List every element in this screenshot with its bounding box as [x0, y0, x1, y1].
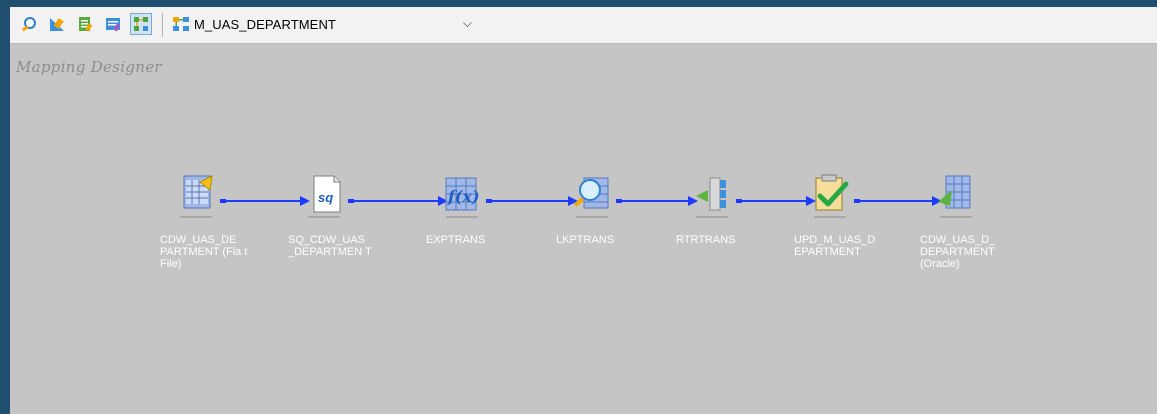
mapping-selector-dropdown[interactable]: M_UAS_DEPARTMENT ⌵ [172, 13, 478, 35]
lookup-icon [573, 177, 609, 218]
svg-text:sq: sq [318, 190, 333, 205]
mapping-icon [173, 17, 189, 31]
chevron-down-icon[interactable]: ⌵ [463, 16, 472, 31]
node-label: CDW_UAS_D_ DEPARTMENT (Oracle) [920, 234, 996, 270]
left-panel-frame [0, 6, 10, 414]
router-icon [696, 177, 728, 218]
target-designer-icon[interactable] [74, 13, 96, 35]
mapping-canvas[interactable]: Mapping Designer CDW_UAS_DE PARTMENT (Fl… [10, 44, 1157, 414]
svg-text:f(x): f(x) [447, 187, 480, 206]
window-top-frame [0, 0, 1157, 6]
transformation-icon[interactable] [18, 13, 40, 35]
toolbar-separator [162, 13, 163, 37]
expression-icon: f(x) [445, 177, 480, 218]
oracle-target-icon [938, 175, 972, 218]
mapping-designer-icon[interactable] [130, 13, 152, 35]
node-label: LKPTRANS [556, 234, 615, 246]
node-label: CDW_UAS_DE PARTMENT (Fla t File) [160, 234, 248, 270]
node-label: RTRTRANS [676, 234, 736, 246]
flat-file-source-icon [180, 175, 213, 218]
designer-toolbar: M_UAS_DEPARTMENT ⌵ [10, 7, 1157, 44]
source-qualifier-icon: sq [308, 175, 341, 218]
source-analyzer-icon[interactable] [46, 13, 68, 35]
node-label: UPD_M_UAS_D EPARTMENT [794, 234, 876, 258]
mapping-name: M_UAS_DEPARTMENT [194, 16, 336, 32]
update-strategy-icon [814, 174, 849, 218]
node-label: SQ_CDW_UAS _DEPARTMEN T [288, 234, 372, 258]
connector-layer [220, 196, 942, 206]
node-label: EXPTRANS [426, 234, 486, 246]
mapplet-designer-icon[interactable] [102, 13, 124, 35]
